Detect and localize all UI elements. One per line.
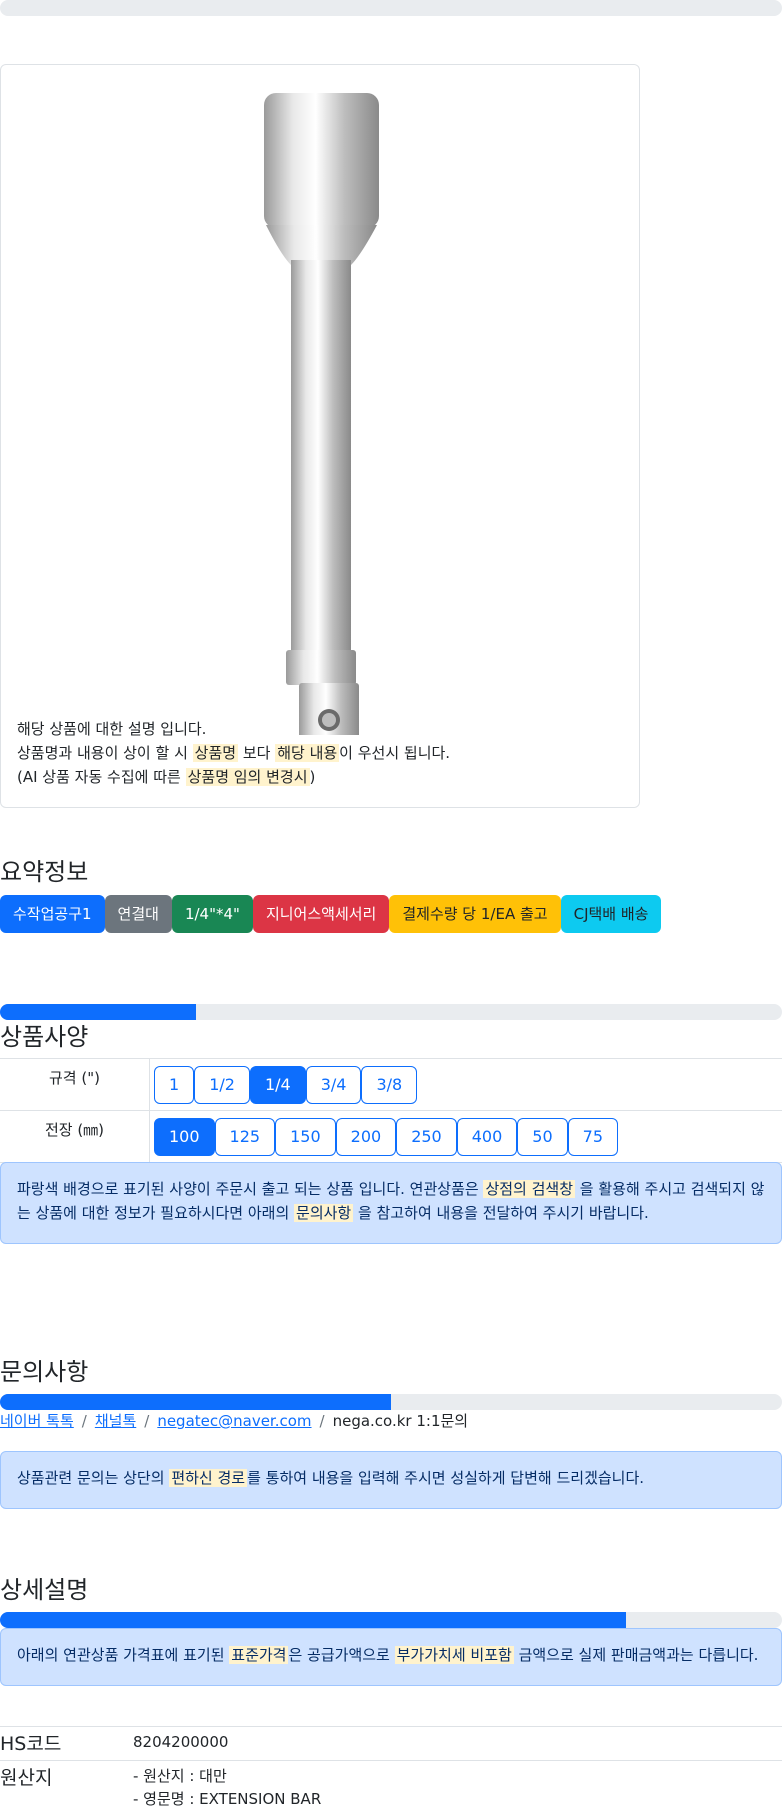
summary-badge: 결제수량 당 1/EA 출고	[389, 895, 561, 933]
email-link[interactable]: negatec@naver.com	[157, 1412, 311, 1430]
origin-value: - 원산지 : 대만 - 영문명 : EXTENSION BAR	[133, 1761, 321, 1808]
highlight-route: 편하신 경로	[169, 1469, 248, 1487]
summary-badge: 연결대	[104, 895, 172, 933]
notice-text: 를 통하여 내용을 입력해 주시면 성실하게 답변해 드리겠습니다.	[247, 1469, 645, 1487]
highlight-content: 해당 내용	[275, 744, 340, 762]
spec-option-button[interactable]: 1/2	[194, 1065, 250, 1104]
separator: /	[81, 1412, 87, 1430]
hs-code-value: 8204200000	[133, 1733, 229, 1751]
spec-option-button[interactable]: 50	[517, 1117, 568, 1156]
spec-title: 상품사양	[0, 1023, 89, 1051]
spec-option-button[interactable]: 125	[214, 1117, 276, 1156]
summary-badge: CJ택배 배송	[560, 895, 662, 933]
highlight-rename: 상품명 임의 변경시	[185, 768, 310, 786]
spec-label: 전장 (㎜)	[0, 1111, 150, 1162]
summary-badge: 지니어스액세서리	[252, 895, 390, 933]
inquiry-links: 네이버 톡톡 / 채널톡 / negatec@naver.com / nega.co.kr …	[0, 1410, 468, 1431]
desc-line-1: 해당 상품에 대한 설명 입니다.	[17, 720, 207, 738]
summary-badges: 수작업공구1 연결대 1/4"*4" 지니어스액세서리 결제수량 당 1/EA 출고 CJ…	[0, 895, 662, 933]
detail-notice: 아래의 연관상품 가격표에 표기된 표준가격 은 공급가액으로 부가가치세 비포함…	[0, 1628, 782, 1686]
spec-option-button[interactable]: 3/4	[305, 1065, 362, 1104]
spec-option-button[interactable]: 3/8	[361, 1065, 418, 1104]
origin-line: - 원산지 : 대만	[133, 1767, 227, 1785]
product-image	[264, 93, 379, 735]
naver-talk-link[interactable]: 네이버 톡톡	[0, 1412, 74, 1430]
spec-row: 전장 (㎜) 100 125 150 200 250 400 50 75	[0, 1111, 782, 1163]
origin-label: 원산지	[0, 1767, 53, 1789]
desc-text: 이 우선시 됩니다.	[339, 744, 451, 762]
spec-option-button[interactable]: 200	[335, 1117, 397, 1156]
desc-text: 상품명과 내용이 상이 할 시	[17, 744, 193, 762]
spec-options: 1 1/2 1/4 3/4 3/8	[150, 1059, 418, 1110]
highlight-product-name: 상품명	[192, 744, 239, 762]
highlight-vat: 부가가치세 비포함	[394, 1646, 514, 1664]
channel-talk-link[interactable]: 채널톡	[95, 1412, 136, 1430]
separator: /	[144, 1412, 150, 1430]
hs-code-row: HS코드 8204200000	[0, 1726, 782, 1760]
desc-line-2: 상품명과 내용이 상이 할 시 상품명 보다 해당 내용 이 우선시 됩니다.	[17, 741, 450, 765]
origin-english-name: - 영문명 : EXTENSION BAR	[133, 1790, 322, 1808]
spec-option-button[interactable]: 1	[154, 1065, 195, 1104]
desc-text: 보다	[238, 744, 276, 762]
spec-option-button[interactable]: 150	[275, 1117, 336, 1156]
desc-line-3: (AI 상품 자동 수집에 따른 상품명 임의 변경시)	[17, 765, 450, 789]
notice-text: 상품관련 문의는 상단의	[17, 1469, 170, 1487]
spec-option-button[interactable]: 100	[154, 1117, 215, 1156]
product-description: 해당 상품에 대한 설명 입니다. 상품명과 내용이 상이 할 시 상품명 보다…	[17, 717, 450, 789]
highlight-search: 상점의 검색창	[483, 1180, 576, 1198]
origin-row: 원산지 - 원산지 : 대만 - 영문명 : EXTENSION BAR	[0, 1760, 782, 1808]
spec-label: 규격 (")	[0, 1059, 150, 1110]
inquiry-progress-bar	[0, 1394, 782, 1410]
spec-option-button[interactable]: 1/4	[249, 1065, 306, 1104]
inquiry-title: 문의사항	[0, 1358, 89, 1386]
qna-text: nega.co.kr 1:1문의	[332, 1412, 469, 1430]
inquiry-progress-fill	[0, 1394, 391, 1410]
hs-code-label: HS코드	[0, 1733, 62, 1755]
summary-badge: 수작업공구1	[0, 895, 105, 933]
spec-table: 규격 (") 1 1/2 1/4 3/4 3/8 전장 (㎜) 100 125 150 200 250…	[0, 1058, 782, 1163]
spec-option-button[interactable]: 75	[567, 1117, 618, 1156]
spec-option-button[interactable]: 250	[396, 1117, 457, 1156]
summary-badge: 1/4"*4"	[171, 895, 253, 933]
inquiry-notice: 상품관련 문의는 상단의 편하신 경로 를 통하여 내용을 입력해 주시면 성실하…	[0, 1451, 782, 1509]
highlight-inquiry: 문의사항	[294, 1204, 354, 1222]
notice-text: 아래의 연관상품 가격표에 표기된	[17, 1646, 230, 1664]
product-card: 해당 상품에 대한 설명 입니다. 상품명과 내용이 상이 할 시 상품명 보다…	[0, 64, 640, 808]
detail-progress-fill	[0, 1612, 626, 1628]
notice-text: 금액으로 실제 판매금액과는 다릅니다.	[513, 1646, 759, 1664]
spec-options: 100 125 150 200 250 400 50 75	[150, 1111, 618, 1162]
desc-text: (AI 상품 자동 수집에 따른	[17, 768, 186, 786]
spec-row: 규격 (") 1 1/2 1/4 3/4 3/8	[0, 1059, 782, 1111]
spec-notice: 파랑색 배경으로 표기된 사양이 주문시 출고 되는 상품 입니다. 연관상품은…	[0, 1162, 782, 1244]
notice-text: 을 참고하여 내용을 전달하여 주시기 바랍니다.	[353, 1204, 649, 1222]
summary-title: 요약정보	[0, 858, 89, 886]
detail-progress-bar	[0, 1612, 782, 1628]
notice-text: 파랑색 배경으로 표기된 사양이 주문시 출고 되는 상품 입니다. 연관상품은	[17, 1180, 484, 1198]
highlight-standard-price: 표준가격	[229, 1646, 289, 1664]
desc-text: )	[309, 768, 316, 786]
separator: /	[319, 1412, 325, 1430]
notice-text: 은 공급가액으로	[288, 1646, 395, 1664]
detail-title: 상세설명	[0, 1576, 89, 1604]
spec-option-button[interactable]: 400	[456, 1117, 518, 1156]
top-progress-bar	[0, 0, 782, 16]
spec-progress-bar	[0, 1004, 782, 1020]
